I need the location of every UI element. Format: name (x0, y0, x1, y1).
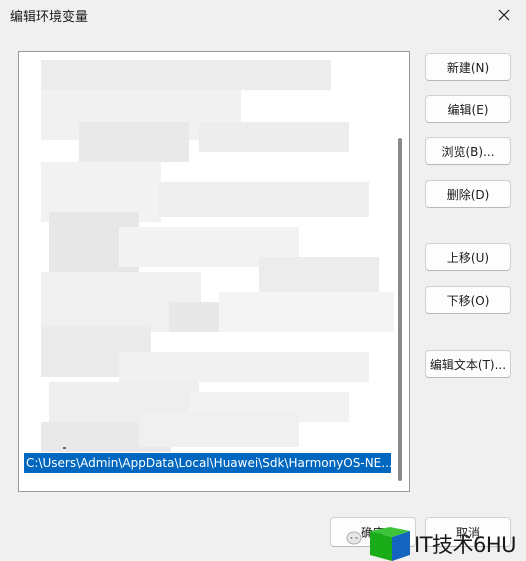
obscured-entries (19, 52, 409, 491)
chat-bubble-icon (346, 531, 362, 545)
watermark-text: IT技术6HU (414, 533, 517, 557)
delete-button[interactable]: 删除(D) (425, 180, 511, 208)
watermark: IT技术6HU (340, 523, 526, 561)
browse-button[interactable]: 浏览(B)... (425, 137, 511, 165)
environment-variable-list[interactable] (18, 51, 410, 492)
text-caret (63, 447, 66, 449)
close-icon (498, 9, 510, 21)
selected-path-entry[interactable]: C:\Users\Admin\AppData\Local\Huawei\Sdk\… (24, 453, 391, 473)
title-bar: 编辑环境变量 (0, 0, 526, 30)
close-button[interactable] (482, 0, 526, 30)
move-down-button[interactable]: 下移(O) (425, 286, 511, 314)
list-scrollbar[interactable] (398, 138, 402, 481)
move-up-button[interactable]: 上移(U) (425, 243, 511, 271)
edit-text-button[interactable]: 编辑文本(T)... (425, 350, 511, 378)
new-button[interactable]: 新建(N) (425, 53, 511, 81)
edit-button[interactable]: 编辑(E) (425, 95, 511, 123)
window-title: 编辑环境变量 (10, 10, 89, 25)
brand-logo-icon (370, 527, 410, 561)
